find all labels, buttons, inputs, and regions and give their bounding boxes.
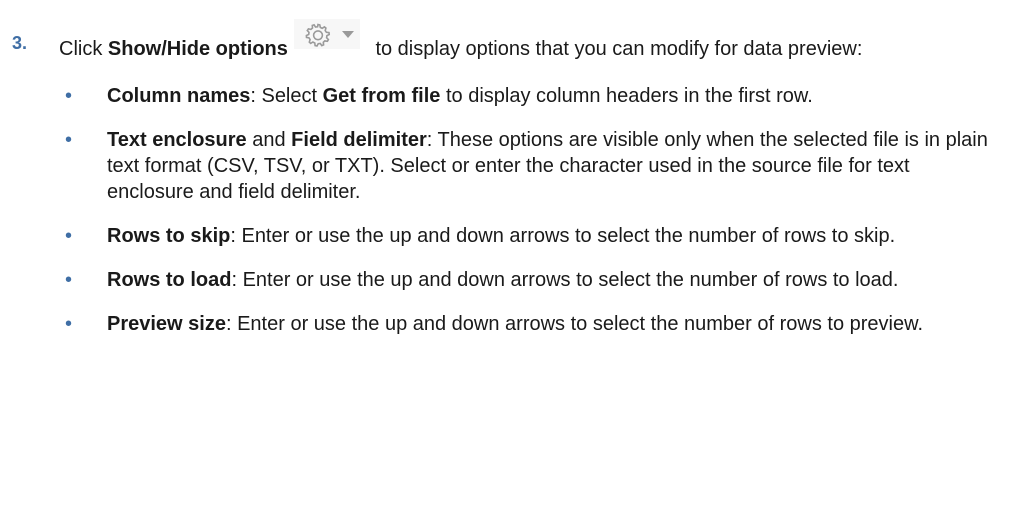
bullet: •: [65, 129, 73, 151]
option-text: and: [246, 129, 292, 151]
option-text: : Select: [250, 85, 323, 107]
option-term: Column names: [107, 85, 251, 107]
option-term-secondary: Get from file: [322, 85, 441, 107]
option-text: to display column headers in the first r…: [440, 85, 813, 107]
bullet: •: [65, 225, 73, 247]
step-intro: Click Show/Hide options to display optio…: [59, 19, 989, 62]
list-item: • Rows to load: Enter or use the up and …: [59, 267, 989, 293]
intro-prefix: Click: [59, 38, 108, 60]
bullet: •: [65, 313, 73, 335]
option-text: : Enter or use the up and down arrows to…: [230, 225, 896, 247]
list-item: • Column names: Select Get from file to …: [59, 83, 989, 109]
show-hide-options-button: [293, 19, 360, 49]
bullet: •: [65, 269, 73, 291]
options-list: • Column names: Select Get from file to …: [59, 83, 989, 337]
option-term: Text enclosure: [107, 129, 247, 151]
option-text: : Enter or use the up and down arrows to…: [231, 269, 899, 291]
bullet: •: [65, 85, 73, 107]
list-item: • Preview size: Enter or use the up and …: [59, 311, 989, 337]
show-hide-options-label: Show/Hide options: [107, 38, 288, 60]
list-item: • Rows to skip: Enter or use the up and …: [59, 223, 989, 249]
list-item: • Text enclosure and Field delimiter: Th…: [59, 127, 989, 205]
step-body: Click Show/Hide options to display optio…: [59, 19, 989, 355]
chevron-down-icon: [341, 31, 354, 38]
option-term: Rows to skip: [107, 225, 231, 247]
option-term: Rows to load: [107, 269, 232, 291]
step-number: 3.: [12, 33, 28, 53]
option-term: Preview size: [107, 313, 226, 335]
intro-suffix: to display options that you can modify f…: [369, 38, 863, 60]
gear-icon: [305, 23, 330, 47]
option-term-secondary: Field delimiter: [291, 129, 427, 151]
option-text: : Enter or use the up and down arrows to…: [225, 313, 923, 335]
